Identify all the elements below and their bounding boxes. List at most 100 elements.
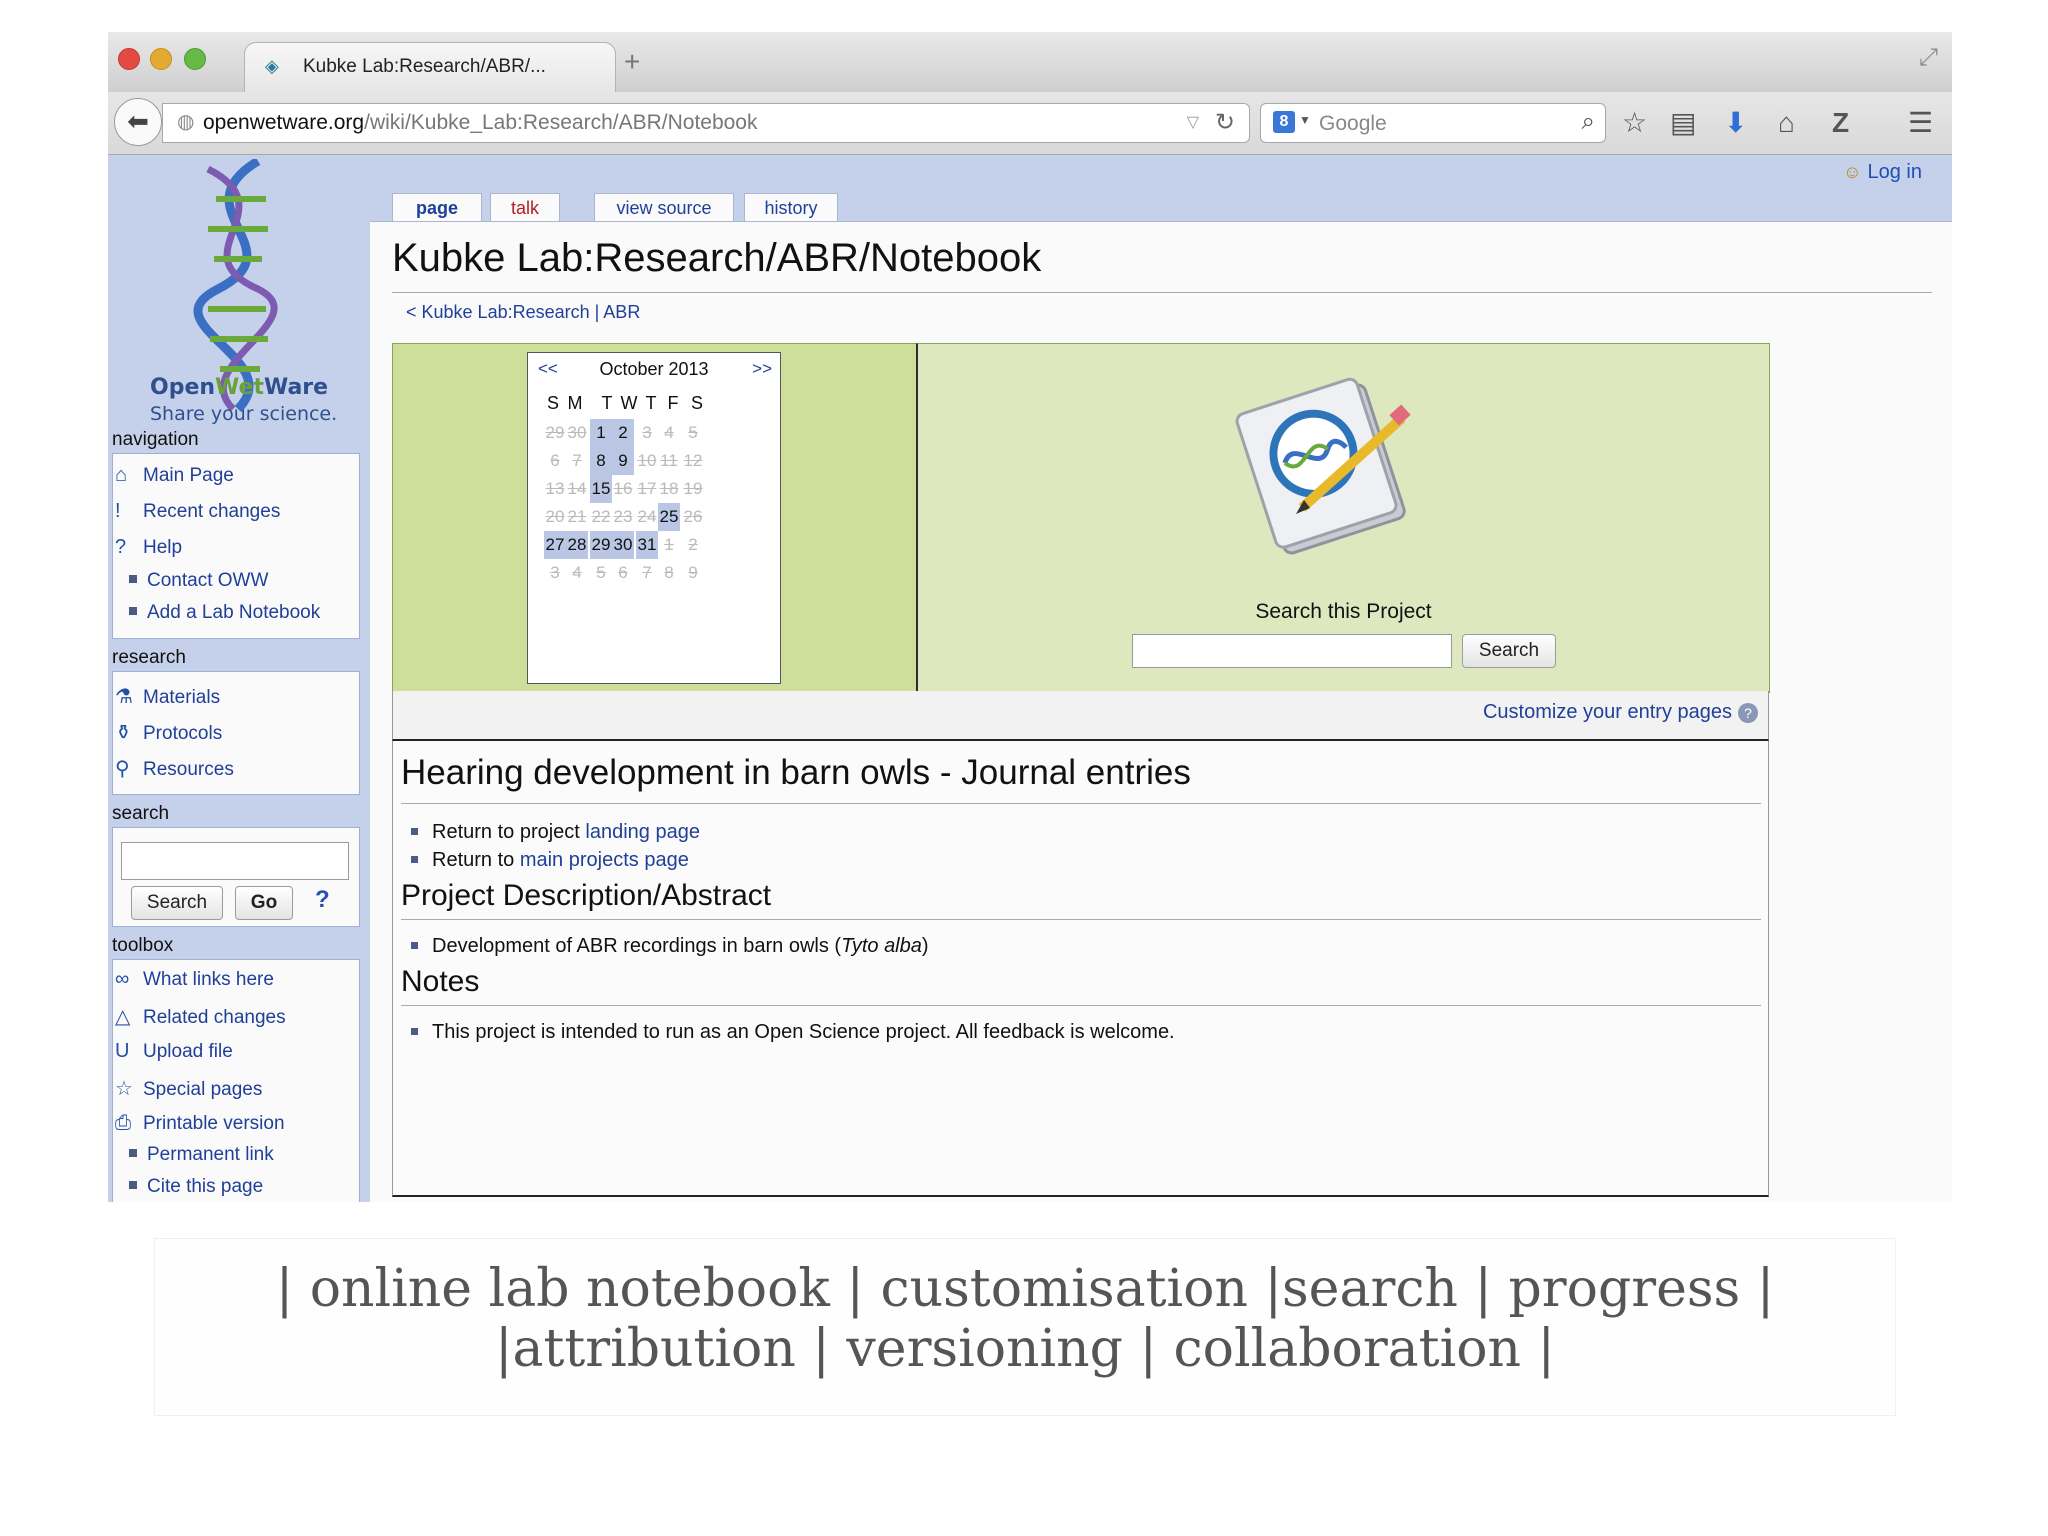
tool-what-links-here[interactable]: ∞ What links here <box>115 968 274 991</box>
calendar-entry-day[interactable]: 29 <box>590 531 612 559</box>
browser-tab[interactable]: ◈ Kubke Lab:Research/ABR/... <box>244 42 616 93</box>
nav-main-page[interactable]: ⌂ Main Page <box>115 464 234 487</box>
search-icon[interactable]: ⌕ <box>1582 108 1595 136</box>
tool-cite-page[interactable]: Cite this page <box>115 1176 263 1198</box>
zoom-window-button[interactable] <box>184 48 206 70</box>
calendar-day: 8 <box>664 563 674 582</box>
nav-help[interactable]: ? Help <box>115 536 182 559</box>
bookmark-star-icon[interactable]: ☆ <box>1622 108 1647 138</box>
research-materials-label: Materials <box>143 687 221 708</box>
url-bar[interactable]: ◍ openwetware.org/wiki/Kubke_Lab:Researc… <box>162 103 1250 143</box>
calendar-day: 9 <box>688 563 698 582</box>
tool-permanent-link[interactable]: Permanent link <box>115 1144 274 1166</box>
list-item: Development of ABR recordings in barn ow… <box>411 935 929 958</box>
tool-special-pages[interactable]: ☆ Special pages <box>115 1076 262 1101</box>
research-heading: research <box>112 647 186 668</box>
notes-divider <box>401 1005 1761 1006</box>
home-icon[interactable]: ⌂ <box>1778 108 1795 138</box>
calendar-month-title: October 2013 <box>599 359 709 379</box>
calendar-entry-day[interactable]: 25 <box>658 503 680 531</box>
project-search-input[interactable] <box>1132 634 1452 668</box>
content-area: Kubke Lab:Research/ABR/Notebook < Kubke … <box>370 221 1952 1202</box>
search-engine-placeholder: Google <box>1319 112 1387 135</box>
login-link[interactable]: ☺ Log in <box>1843 161 1922 184</box>
tab-history[interactable]: history <box>744 193 838 222</box>
calendar-entry-day[interactable]: 27 <box>544 531 566 559</box>
engine-dropdown-icon[interactable]: ▼ <box>1299 113 1311 127</box>
tool-permanent-link-label: Permanent link <box>147 1144 274 1165</box>
tool-upload-file[interactable]: U Upload file <box>115 1040 233 1063</box>
reading-list-icon[interactable]: ▤ <box>1670 108 1696 138</box>
back-button[interactable]: ⬅ <box>114 98 162 146</box>
bullet-icon <box>129 1149 137 1158</box>
calendar-entry-day[interactable]: 30 <box>612 531 634 559</box>
nav-contact[interactable]: Contact OWW <box>115 570 268 592</box>
web-search-bar[interactable]: 8 ▼ Google ⌕ <box>1260 103 1606 143</box>
calendar-entry-day[interactable]: 1 <box>590 419 612 447</box>
fullscreen-icon[interactable]: ⤢ <box>1919 44 1938 72</box>
research-resources-label: Resources <box>143 759 234 780</box>
wiki-page: OpenWetWare Share your science. navigati… <box>108 155 1952 1202</box>
project-search-button[interactable]: Search <box>1462 634 1556 668</box>
notebook-icon <box>1235 377 1411 555</box>
list-text: Return to project <box>432 821 586 843</box>
globe-icon: ◍ <box>177 111 195 133</box>
google-icon[interactable]: 8 <box>1273 111 1295 133</box>
reload-icon[interactable]: ↻ <box>1215 108 1235 137</box>
sidebar-search-button[interactable]: Search <box>131 886 223 920</box>
logo-part-wet: Wet <box>215 375 264 400</box>
tab-view-source[interactable]: view source <box>594 193 734 222</box>
close-window-button[interactable] <box>118 48 140 70</box>
calendar-day: 17 <box>637 479 657 498</box>
heading-divider <box>401 803 1761 804</box>
search-help-link[interactable]: ? <box>315 886 330 914</box>
history-dropdown-icon[interactable]: ▽ <box>1187 112 1199 132</box>
calendar-entry-day[interactable]: 8 <box>590 447 612 475</box>
minimize-window-button[interactable] <box>150 48 172 70</box>
calendar-entry-day[interactable]: 9 <box>612 447 634 475</box>
download-icon[interactable]: ⬇ <box>1724 108 1747 138</box>
sidebar-search-input[interactable] <box>121 842 349 880</box>
logo-part-ware: Ware <box>263 375 329 400</box>
magnifier-icon: ⚲ <box>115 758 130 780</box>
nav-add-notebook[interactable]: Add a Lab Notebook <box>115 602 320 624</box>
calendar-entry-day[interactable]: 2 <box>612 419 634 447</box>
bullet-icon <box>129 575 137 584</box>
nav-add-notebook-label: Add a Lab Notebook <box>147 602 321 623</box>
customize-label: Customize your entry pages <box>1482 701 1732 723</box>
new-tab-button[interactable]: + <box>624 48 640 76</box>
search-portlet: Search Go ? <box>112 827 360 927</box>
calendar-day: 2 <box>688 535 698 554</box>
main-projects-link[interactable]: main projects page <box>520 849 689 871</box>
calendar-entry-day[interactable]: 15 <box>590 475 612 503</box>
tab-page[interactable]: page <box>392 193 482 222</box>
research-protocols[interactable]: ⚱ Protocols <box>115 720 222 745</box>
calendar-entry-day[interactable]: 31 <box>636 531 658 559</box>
customize-entry-pages-link[interactable]: Customize your entry pages? <box>1483 701 1758 724</box>
landing-page-link[interactable]: landing page <box>585 821 700 843</box>
home-icon: ⌂ <box>115 464 128 486</box>
breadcrumb[interactable]: < Kubke Lab:Research | ABR <box>406 302 640 323</box>
calendar-entry-day[interactable]: 28 <box>566 531 588 559</box>
zotero-icon[interactable]: Z <box>1832 108 1849 138</box>
chain-link-icon: ∞ <box>115 968 130 990</box>
research-materials[interactable]: ⚗ Materials <box>115 684 220 709</box>
research-resources[interactable]: ⚲ Resources <box>115 756 234 781</box>
abstract-divider <box>401 919 1761 920</box>
upload-icon: U <box>115 1040 130 1062</box>
tab-talk[interactable]: talk <box>490 193 560 222</box>
calendar-day: 13 <box>545 479 565 498</box>
tool-related-changes[interactable]: △ Related changes <box>115 1004 286 1029</box>
tool-printable-version[interactable]: ⎙ Printable version <box>115 1112 285 1135</box>
tool-upload-file-label: Upload file <box>143 1041 233 1062</box>
sidebar-go-button[interactable]: Go <box>235 886 293 920</box>
nav-recent-changes[interactable]: ! Recent changes <box>115 500 280 523</box>
calendar-day: 23 <box>613 507 633 526</box>
calendar-next-month[interactable]: >> <box>752 359 772 379</box>
research-portlet: ⚗ Materials ⚱ Protocols ⚲ Resources <box>112 671 360 795</box>
user-icon: ☺ <box>1843 162 1862 182</box>
calendar-panel: << October 2013 >> S M T W T F S 29 30 1 2 3 4 5 6 7 8 9 1… <box>392 343 918 693</box>
calendar-day: 16 <box>613 479 633 498</box>
login-label: Log in <box>1867 161 1923 183</box>
menu-icon[interactable]: ☰ <box>1908 108 1933 138</box>
